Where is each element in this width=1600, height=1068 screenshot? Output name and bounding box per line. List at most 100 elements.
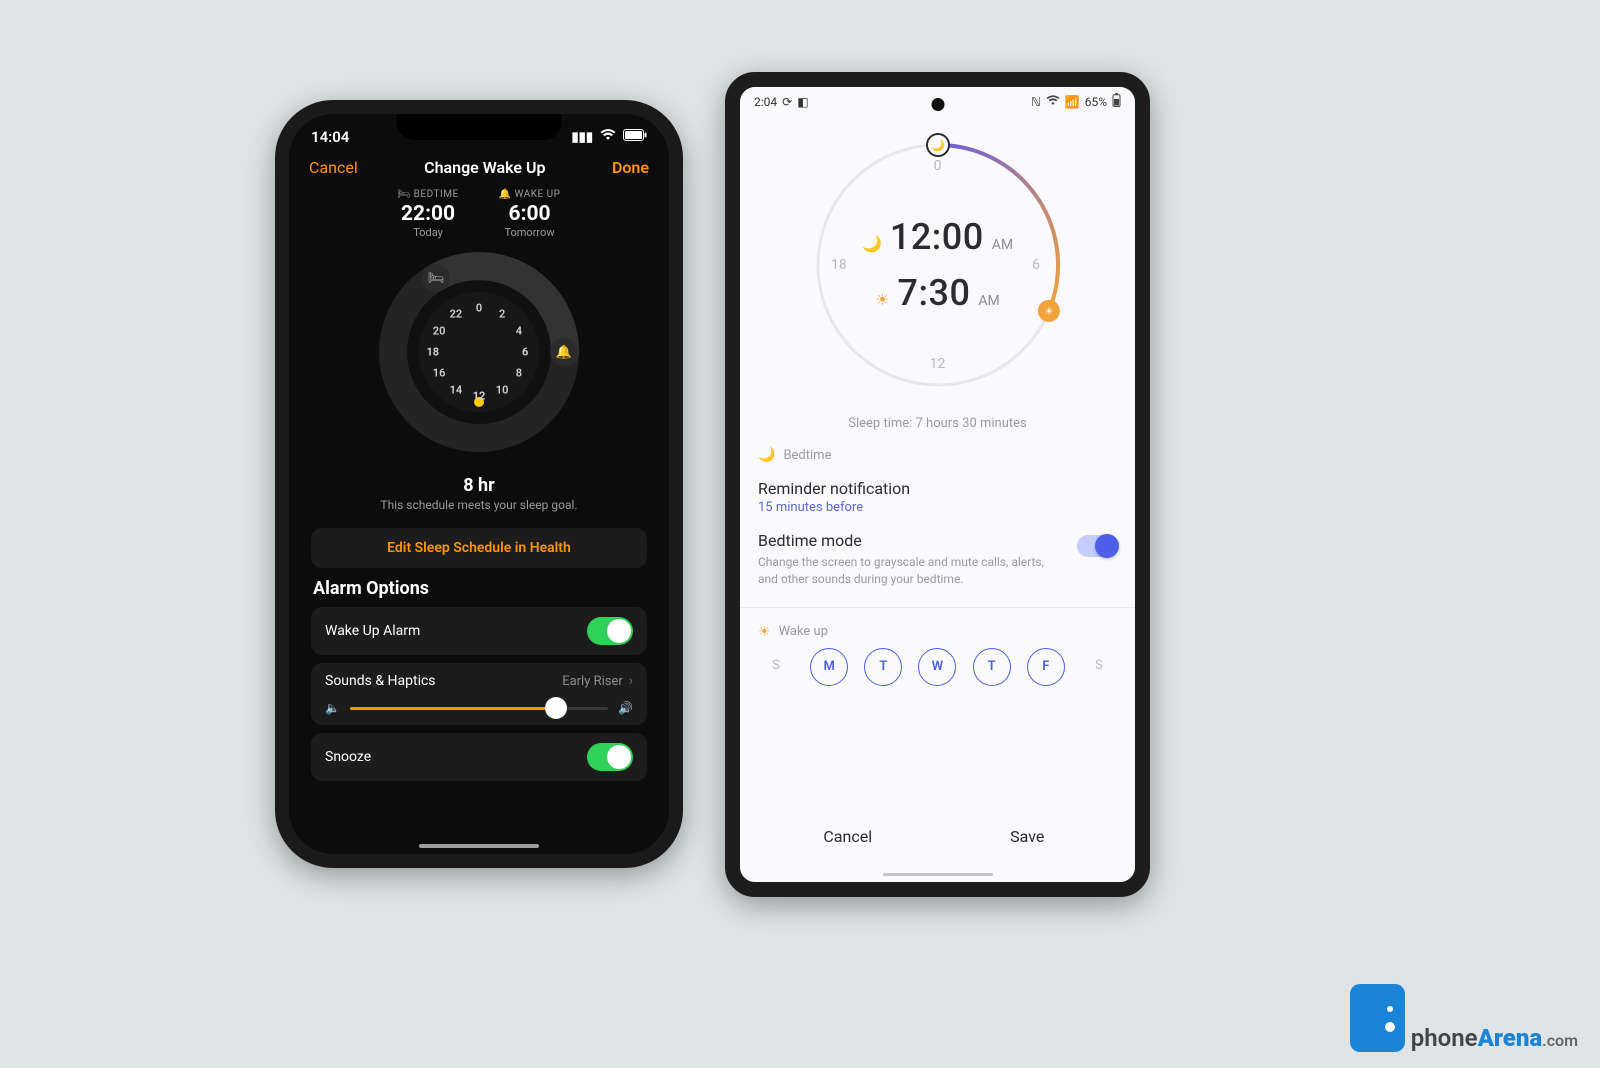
bedtime-mode-title: Bedtime mode bbox=[758, 531, 1065, 550]
bedtime-sub: Today bbox=[398, 226, 459, 239]
gesture-bar[interactable] bbox=[883, 873, 993, 876]
duration-text: This schedule meets your sleep goal. bbox=[311, 498, 647, 512]
bedtime-mode-toggle[interactable] bbox=[1077, 535, 1117, 557]
battery-icon bbox=[1112, 93, 1121, 110]
day-fri[interactable]: F bbox=[1027, 648, 1065, 686]
iphone-screen: 14:04 ▮▮▮ Cancel Change Wake Up Done bbox=[289, 114, 669, 854]
android-footer: Cancel Save bbox=[740, 815, 1135, 858]
ios-status-icons: ▮▮▮ bbox=[572, 129, 647, 145]
wakeup-value: 6:00 bbox=[499, 202, 561, 226]
brand-b: Arena bbox=[1478, 1024, 1543, 1052]
dial-center-readout: 🌙 12:00 AM ☀ 7:30 AM bbox=[793, 120, 1083, 410]
wakeup-col: 🔔 WAKE UP 6:00 Tomorrow bbox=[499, 189, 561, 239]
day-thu[interactable]: T bbox=[973, 648, 1011, 686]
snooze-toggle[interactable] bbox=[587, 743, 633, 771]
reminder-title: Reminder notification bbox=[758, 479, 1117, 498]
sun-icon: ☀ bbox=[758, 624, 771, 640]
volume-high-icon: 🔊 bbox=[618, 701, 633, 715]
day-selector: S M T W T F S bbox=[758, 648, 1117, 686]
bedtime-mode-row[interactable]: Bedtime mode Change the screen to graysc… bbox=[758, 523, 1117, 597]
divider bbox=[740, 607, 1135, 608]
nfc-icon: ℕ bbox=[1031, 95, 1041, 109]
clock-22: 22 bbox=[450, 308, 463, 321]
edit-schedule-button[interactable]: Edit Sleep Schedule in Health bbox=[311, 528, 647, 568]
volume-slider[interactable]: 🔈 🔊 bbox=[325, 701, 633, 715]
wake-up-alarm-toggle[interactable] bbox=[587, 617, 633, 645]
wakeup-sub: Tomorrow bbox=[499, 226, 561, 239]
wakeup-header: ☀ Wake up bbox=[758, 624, 1117, 640]
bedtime-header-label: Bedtime bbox=[783, 448, 831, 463]
save-button[interactable]: Save bbox=[938, 815, 1118, 858]
clock-12: 12 bbox=[473, 390, 486, 403]
sleep-time-text: Sleep time: 7 hours 30 minutes bbox=[740, 416, 1135, 431]
alarm-options-title: Alarm Options bbox=[313, 578, 647, 599]
bedtime-header: 🌙 Bedtime bbox=[758, 447, 1117, 463]
clock-0: 0 bbox=[476, 301, 482, 314]
clock-16: 16 bbox=[433, 367, 446, 380]
moon-icon: 🌙 bbox=[758, 447, 775, 463]
wakeup-header-label: Wake up bbox=[779, 624, 828, 639]
wifi-icon bbox=[1046, 95, 1060, 109]
sounds-haptics-row[interactable]: Sounds & Haptics Early Riser › 🔈 🔊 bbox=[311, 663, 647, 725]
bedtime-wakeup-summary: 🛏 BEDTIME 22:00 Today 🔔 WAKE UP 6:00 Tom… bbox=[311, 189, 647, 239]
clock-2: 2 bbox=[499, 308, 505, 321]
bedtime-readout[interactable]: 🌙 12:00 AM bbox=[862, 216, 1013, 258]
signal-icon: ▮▮▮ bbox=[572, 130, 593, 145]
done-button[interactable]: Done bbox=[612, 158, 649, 177]
volume-thumb[interactable] bbox=[545, 697, 567, 719]
signal-icon: 📶 bbox=[1065, 95, 1080, 109]
brand-a: phone bbox=[1411, 1024, 1478, 1052]
wake-up-alarm-row[interactable]: Wake Up Alarm bbox=[311, 607, 647, 655]
wakeup-ampm: AM bbox=[978, 293, 999, 309]
bedtime-ampm: AM bbox=[992, 237, 1013, 253]
clock-4: 4 bbox=[516, 325, 522, 338]
snooze-row[interactable]: Snooze bbox=[311, 733, 647, 781]
ios-sleep-dial[interactable]: 0 2 4 6 8 10 12 14 16 18 20 22 🛏 bbox=[311, 247, 647, 457]
clock-20: 20 bbox=[433, 325, 446, 338]
ios-duration-summary: 8 hr This schedule meets your sleep goal… bbox=[311, 475, 647, 512]
clock-6: 6 bbox=[522, 346, 528, 359]
sun-icon: ☀ bbox=[875, 290, 889, 309]
bedtime-time: 12:00 bbox=[890, 216, 984, 258]
battery-icon bbox=[623, 129, 647, 145]
day-mon[interactable]: M bbox=[810, 648, 848, 686]
bedtime-label: 🛏 BEDTIME bbox=[398, 189, 459, 200]
iphone-device: 14:04 ▮▮▮ Cancel Change Wake Up Done bbox=[275, 100, 683, 868]
reminder-row[interactable]: Reminder notification 15 minutes before bbox=[758, 471, 1117, 523]
cancel-button[interactable]: Cancel bbox=[758, 815, 938, 858]
bedtime-section: 🌙 Bedtime Reminder notification 15 minut… bbox=[740, 447, 1135, 686]
logo-icon bbox=[1350, 984, 1405, 1052]
day-wed[interactable]: W bbox=[918, 648, 956, 686]
clock-14: 14 bbox=[450, 383, 463, 396]
android-status-time: 2:04 bbox=[754, 95, 777, 109]
brand-tld: .com bbox=[1542, 1031, 1578, 1050]
duration-hours: 8 hr bbox=[311, 475, 647, 496]
photo-scene: 14:04 ▮▮▮ Cancel Change Wake Up Done bbox=[0, 0, 1600, 1068]
snooze-label: Snooze bbox=[325, 749, 371, 765]
android-camera-cutout bbox=[931, 98, 944, 111]
reminder-sub: 15 minutes before bbox=[758, 500, 1117, 515]
android-sleep-dial[interactable]: 🌙 ☀ 0 6 12 18 🌙 12:00 AM bbox=[740, 114, 1135, 414]
clock-8: 8 bbox=[516, 367, 522, 380]
app-icon: ◧ bbox=[797, 95, 808, 109]
wifi-icon bbox=[600, 129, 616, 145]
day-sat[interactable]: S bbox=[1081, 648, 1117, 684]
iphone-notch bbox=[397, 114, 562, 140]
ios-nav-bar: Cancel Change Wake Up Done bbox=[289, 152, 669, 189]
bedtime-handle[interactable]: 🛏 bbox=[422, 264, 450, 292]
phonearena-watermark: phoneArena.com bbox=[1350, 984, 1578, 1052]
wakeup-readout[interactable]: ☀ 7:30 AM bbox=[875, 272, 1000, 314]
chevron-right-icon: › bbox=[629, 673, 633, 689]
battery-text: 65% bbox=[1085, 95, 1107, 109]
bedtime-value: 22:00 bbox=[398, 202, 459, 226]
clock-18: 18 bbox=[426, 346, 439, 359]
ios-status-time: 14:04 bbox=[311, 128, 349, 146]
day-tue[interactable]: T bbox=[864, 648, 902, 686]
day-sun[interactable]: S bbox=[758, 648, 794, 684]
ios-main: 🛏 BEDTIME 22:00 Today 🔔 WAKE UP 6:00 Tom… bbox=[289, 189, 669, 781]
wakeup-time: 7:30 bbox=[898, 272, 971, 314]
volume-low-icon: 🔈 bbox=[325, 701, 340, 715]
wakeup-handle[interactable]: 🔔 bbox=[550, 338, 578, 366]
home-indicator[interactable] bbox=[419, 844, 539, 848]
cancel-button[interactable]: Cancel bbox=[309, 158, 358, 177]
